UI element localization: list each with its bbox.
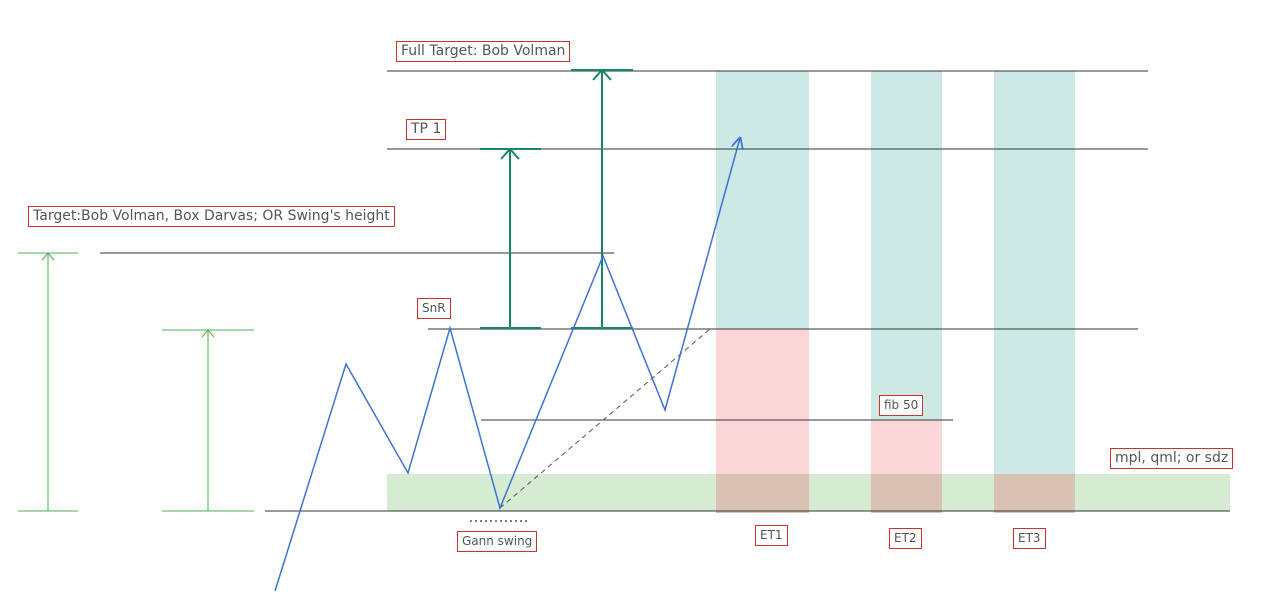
- mpl-label: mpl, qml; or sdz: [1110, 448, 1234, 469]
- et1-entry-zone: [716, 329, 809, 474]
- et1-label: ET1: [755, 525, 788, 546]
- swing-height-arrow-small: [162, 329, 254, 512]
- gann-swing-label: Gann swing: [457, 531, 538, 552]
- tp1-label: TP 1: [406, 119, 447, 140]
- target-label: Target:Bob Volman, Box Darvas; OR Swing'…: [28, 206, 395, 227]
- swing-height-arrow-large: [18, 252, 78, 512]
- et2-label: ET2: [889, 528, 922, 549]
- et2-target-zone: [871, 71, 942, 420]
- et2-overlap-zone: [871, 474, 942, 513]
- full-target-label: Full Target: Bob Volman: [396, 41, 571, 62]
- fib50-label: fib 50: [879, 395, 924, 416]
- et3-target-zone: [994, 71, 1075, 474]
- et3-label: ET3: [1013, 528, 1046, 549]
- et1-overlap-zone: [716, 474, 809, 513]
- tp1-measure-arrow: [480, 147, 541, 329]
- snr-label: SnR: [417, 298, 451, 319]
- et3-overlap-zone: [994, 474, 1075, 513]
- et2-entry-zone: [871, 420, 942, 474]
- trading-setup-diagram: [18, 68, 1230, 592]
- et1-target-zone: [716, 71, 809, 329]
- full-target-measure-arrow: [571, 68, 633, 329]
